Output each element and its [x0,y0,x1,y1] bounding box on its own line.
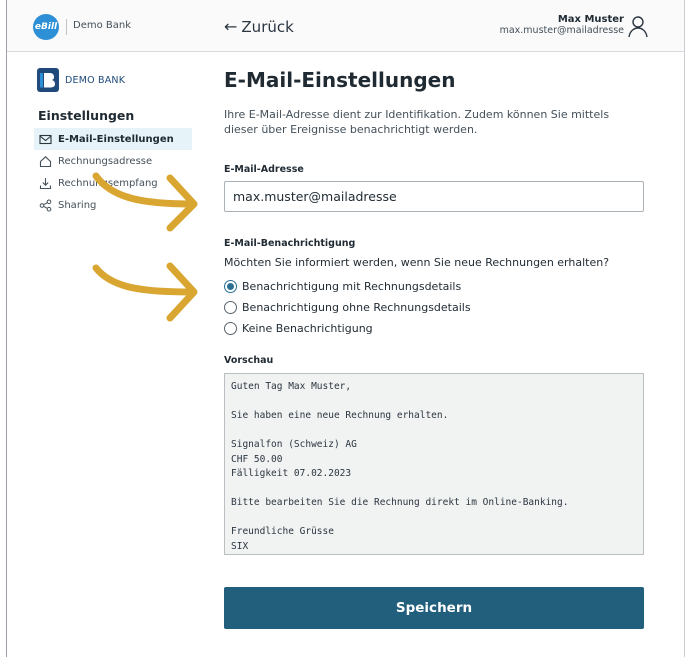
annotation-arrow-icon [92,172,198,232]
sidebar-heading: Einstellungen [38,108,135,123]
user-icon[interactable] [627,14,649,38]
user-email: max.muster@mailadresse [499,25,624,36]
user-name: Max Muster [557,14,624,25]
radio-button[interactable] [224,301,237,314]
sidebar-item-label: Rechnungsadresse [58,155,153,167]
page-title: E-Mail-Einstellungen [224,68,456,92]
radio-label: Benachrichtigung ohne Rechnungsdetails [242,301,471,314]
bank-name: Demo Bank [73,20,132,31]
share-icon [39,199,52,211]
radio-button[interactable] [224,322,237,335]
intro-text: Ihre E-Mail-Adresse dient zur Identifika… [224,108,610,136]
email-preview: Guten Tag Max Muster, Sie haben eine neu… [224,373,644,555]
demo-bank-logo: DEMO BANK [37,68,125,92]
back-link-label: Zurück [241,17,294,36]
ebill-logo: eBill [33,14,59,40]
radio-label: Keine Benachrichtigung [242,322,373,335]
notification-section-label: E-Mail-Benachrichtigung [224,238,356,249]
envelope-icon [39,134,52,144]
download-tray-icon [39,177,52,189]
house-icon [39,155,52,167]
back-link[interactable]: ← Zurück [224,17,294,36]
email-field[interactable] [224,181,644,212]
radio-without-details[interactable]: Benachrichtigung ohne Rechnungsdetails [224,301,471,314]
radio-label: Benachrichtigung mit Rechnungsdetails [242,280,462,293]
preview-label: Vorschau [224,355,274,366]
sidebar-item-email-settings[interactable]: E-Mail-Einstellungen [34,128,192,150]
email-field-label: E-Mail-Adresse [224,164,304,175]
radio-no-notification[interactable]: Keine Benachrichtigung [224,322,373,335]
sidebar-item-label: E-Mail-Einstellungen [58,133,174,145]
radio-button-checked[interactable] [224,280,237,293]
user-info: Max Muster max.muster@mailadresse [500,14,624,36]
radio-with-details[interactable]: Benachrichtigung mit Rechnungsdetails [224,280,461,293]
arrow-left-icon: ← [224,17,238,36]
save-button[interactable]: Speichern [224,587,644,629]
bank-logo-icon [37,68,59,92]
window-border-left [6,0,7,657]
annotation-arrow-icon [92,262,198,322]
sidebar-logo-text: DEMO BANK [65,74,126,86]
sidebar-item-label: Sharing [58,199,97,211]
notification-question: Möchten Sie informiert werden, wenn Sie … [224,256,610,269]
brand-divider [66,19,67,35]
top-bar: eBill Demo Bank ← Zurück Max Muster max.… [7,0,684,52]
